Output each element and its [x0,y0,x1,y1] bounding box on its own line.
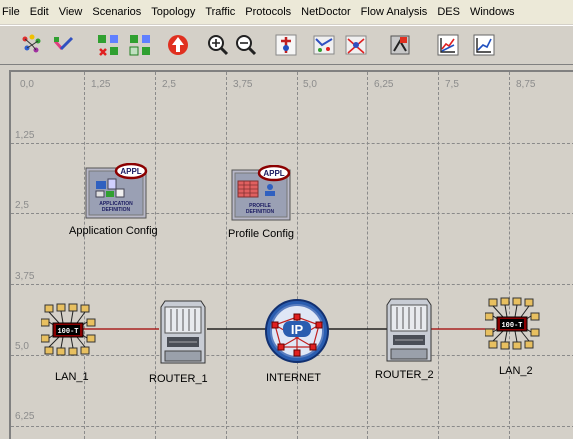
menu-view[interactable]: View [54,6,88,18]
project-workspace[interactable]: 0,0 1,25 2,5 3,75 5,0 6,25 7,5 8,75 1,25… [9,70,573,439]
menu-flow-analysis[interactable]: Flow Analysis [356,6,433,18]
lan1-node[interactable]: 100-T [41,303,97,357]
results-graph-icon[interactable] [436,33,460,57]
toolbar [0,25,573,65]
node-label: ROUTER_2 [375,369,434,381]
node-label: INTERNET [266,372,321,384]
menu-bar: File Edit View Scenarios Topology Traffi… [0,0,573,24]
router2-node[interactable] [383,295,435,365]
view-web-report-icon[interactable] [388,33,412,57]
node-label: LAN_1 [55,371,89,383]
fail-node-icon[interactable] [96,33,120,57]
analysis-graph-icon[interactable] [472,33,496,57]
configure-simulation-icon[interactable] [274,33,298,57]
menu-edit[interactable]: Edit [25,6,54,18]
lan-badge: 100-T [501,322,522,330]
menu-traffic[interactable]: Traffic [200,6,240,18]
menu-netdoctor[interactable]: NetDoctor [296,6,356,18]
menu-windows[interactable]: Windows [465,6,520,18]
profile-config-node[interactable]: PROFILE DEFINITION APPL [230,165,300,223]
router1-node[interactable] [157,297,209,367]
menu-topology[interactable]: Topology [146,6,200,18]
ip-badge: IP [291,322,304,337]
appl-badge: APPL [120,167,141,176]
node-label: Application Config [69,225,158,237]
lan2-node[interactable]: 100-T [485,297,541,351]
recover-node-icon[interactable] [128,33,152,57]
node-caption: DEFINITION [246,209,275,215]
node-label: Profile Config [228,228,295,240]
internet-cloud-node[interactable]: IP [261,297,333,365]
application-config-node[interactable]: APPLICATION DEFINITION APPL [84,163,154,221]
node-label: LAN_2 [499,365,533,377]
zoom-out-icon[interactable] [234,33,258,57]
view-results-icon[interactable] [312,33,336,57]
menu-file[interactable]: File [0,6,25,18]
verify-links-icon[interactable] [52,33,76,57]
open-object-palette-icon[interactable] [20,33,44,57]
menu-protocols[interactable]: Protocols [240,6,296,18]
node-caption: DEFINITION [102,207,131,213]
node-label: ROUTER_1 [149,373,208,385]
return-to-parent-icon[interactable] [166,33,190,57]
zoom-in-icon[interactable] [206,33,230,57]
menu-scenarios[interactable]: Scenarios [87,6,146,18]
appl-badge: APPL [263,169,284,178]
lan-badge: 100-T [57,328,78,336]
hide-statistics-icon[interactable] [344,33,368,57]
menu-des[interactable]: DES [432,6,465,18]
